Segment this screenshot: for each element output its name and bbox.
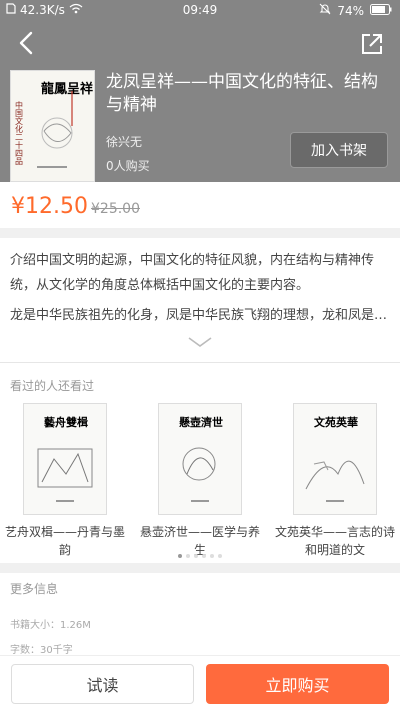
share-icon (362, 34, 382, 54)
word-count: 字数：30千字 (10, 645, 73, 656)
carousel-dot (210, 554, 214, 558)
add-to-shelf-button[interactable]: 加入书架 (290, 132, 388, 168)
recommend-item-title: 艺舟双楫——丹青与墨韵 (5, 525, 126, 557)
svg-text:懸壺濟世: 懸壺濟世 (179, 415, 223, 429)
carousel-dot (186, 554, 190, 558)
book-header: 42.3K/s 09:49 74% 中国文化二十四品 龍鳳呈祥 龙凤呈祥——中国… (0, 0, 400, 182)
price-row: ¥12.50 ¥25.00 (0, 182, 400, 228)
carousel-dot (202, 554, 206, 558)
current-price: ¥12.50 (11, 194, 88, 219)
description-paragraph-2: 龙是中华民族祖先的化身，凤是中华民族飞翔的理想，龙和凤是中… (10, 308, 390, 323)
recommend-item-title: 文苑英华——言志的诗和明道的文 (275, 525, 396, 557)
book-cover: 中国文化二十四品 龍鳳呈祥 (10, 70, 95, 182)
description-paragraph-1: 介绍中国文明的起源，中国文化的特征风貌，内在结构与精神传统，从文化学的角度总体概… (10, 253, 375, 293)
carousel-dot (218, 554, 222, 558)
back-button[interactable] (12, 28, 42, 58)
carousel-dot (194, 554, 198, 558)
share-button[interactable] (358, 30, 386, 58)
more-info-title: 更多信息 (10, 582, 59, 596)
buyer-count: 0人购买 (106, 159, 150, 173)
section-divider (0, 563, 400, 573)
recommend-cover: 懸壺濟世 (158, 403, 242, 515)
try-read-button[interactable]: 试读 (11, 664, 194, 704)
chevron-down-icon (188, 337, 212, 347)
svg-text:中国文化二十四品: 中国文化二十四品 (15, 100, 24, 166)
mute-bell-icon (319, 3, 331, 18)
status-bar: 42.3K/s 09:49 74% (0, 0, 400, 22)
back-arrow-icon (19, 31, 33, 55)
svg-text:藝舟雙楫: 藝舟雙楫 (44, 415, 88, 429)
nav-bar (0, 22, 400, 66)
recommend-cover: 文苑英華 (293, 403, 377, 515)
file-size: 书籍大小：1.26M (10, 620, 91, 631)
book-title: 龙凤呈祥——中国文化的特征、结构与精神 (106, 72, 378, 115)
battery-icon (370, 3, 392, 18)
divider (0, 362, 400, 363)
carousel-indicator (178, 554, 222, 558)
book-description: 介绍中国文明的起源，中国文化的特征风貌，内在结构与精神传统，从文化学的角度总体概… (10, 248, 390, 328)
cover-title: 龍鳳呈祥 (41, 81, 93, 97)
expand-description-button[interactable] (187, 334, 213, 348)
section-divider (0, 228, 400, 238)
bottom-action-bar: 试读 立即购买 (0, 655, 400, 712)
battery-level: 74% (337, 3, 364, 18)
original-price: ¥25.00 (91, 201, 140, 217)
recommend-title: 看过的人还看过 (10, 379, 95, 393)
carousel-dot (178, 554, 182, 558)
recommend-cover: 藝舟雙楫 (23, 403, 107, 515)
buy-now-button[interactable]: 立即购买 (206, 664, 389, 704)
svg-text:文苑英華: 文苑英華 (314, 415, 358, 429)
book-author[interactable]: 徐兴无 (106, 133, 142, 150)
